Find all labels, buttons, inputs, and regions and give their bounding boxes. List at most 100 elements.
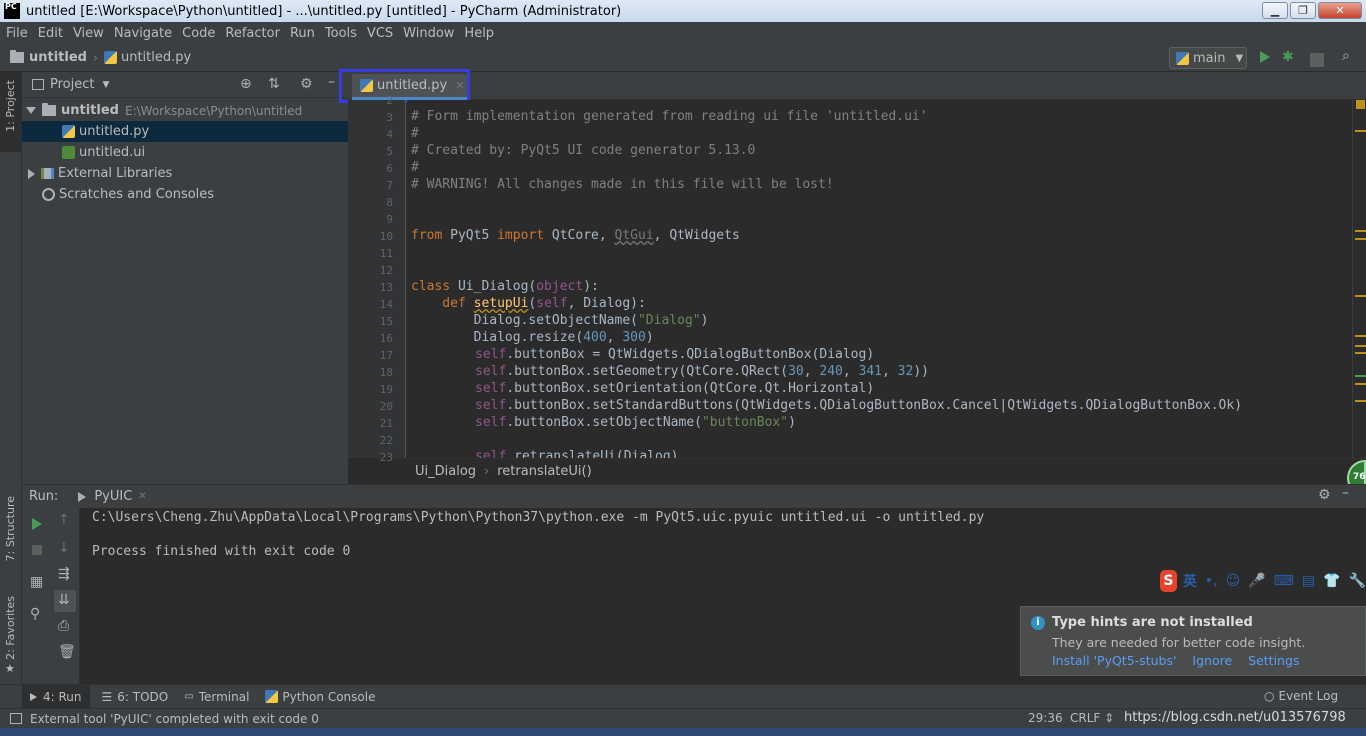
chevron-right-icon: ›: [92, 50, 98, 65]
line-number: 14: [379, 298, 393, 311]
close-tab-icon[interactable]: ✕: [138, 491, 146, 502]
locate-icon[interactable]: ⊕: [240, 76, 252, 92]
marker[interactable]: [1355, 230, 1366, 232]
warning-indicator-icon[interactable]: [1356, 100, 1365, 109]
code-line: self.buttonBox.setGeometry(QtCore.QRect(…: [475, 364, 929, 379]
folder-icon: [42, 103, 56, 116]
project-panel-title[interactable]: Project: [50, 77, 94, 92]
stop-icon[interactable]: [1310, 53, 1324, 67]
tool-tab-todo[interactable]: ☰ 6: TODO: [102, 690, 169, 704]
menu-vcs[interactable]: VCS: [361, 26, 397, 41]
run-button[interactable]: [1260, 51, 1270, 63]
run-tab-label: PyUIC: [94, 489, 133, 504]
tool-tab-python-console[interactable]: Python Console: [265, 690, 375, 704]
event-log-button[interactable]: ○ Event Log: [1264, 689, 1338, 703]
settings-link[interactable]: Settings: [1248, 653, 1299, 668]
hide-icon[interactable]: –: [1342, 485, 1349, 501]
chevron-down-icon[interactable]: ▼: [102, 80, 109, 90]
code-editor[interactable]: # Form implementation generated from rea…: [407, 100, 1352, 458]
tab-project[interactable]: 1: Project: [4, 80, 17, 132]
tab-structure[interactable]: 7: Structure: [4, 496, 17, 561]
restore-button[interactable]: ❐: [1290, 2, 1316, 19]
wrench-icon[interactable]: 🔧: [1349, 573, 1366, 589]
collapse-all-icon[interactable]: ⇅: [268, 76, 280, 92]
tool-tab-terminal[interactable]: ▭ Terminal: [184, 690, 249, 704]
marker[interactable]: [1355, 383, 1366, 385]
close-button[interactable]: ✕: [1318, 2, 1362, 19]
root-path: E:\Workspace\Python\untitled: [124, 103, 303, 118]
menu-tools[interactable]: Tools: [319, 26, 361, 41]
line-number: 5: [386, 145, 393, 158]
run-config-selector[interactable]: main ▼: [1169, 47, 1247, 69]
tool-tab-run[interactable]: 4: Run: [22, 684, 90, 709]
stop-icon[interactable]: [32, 545, 42, 555]
pin-icon[interactable]: ⚲: [30, 606, 40, 622]
marker[interactable]: [1355, 295, 1366, 297]
marker[interactable]: [1355, 400, 1366, 402]
rerun-button[interactable]: [32, 518, 42, 530]
line-number: 11: [379, 247, 393, 260]
scratches-icon: [42, 188, 55, 201]
menu-code[interactable]: Code: [176, 26, 219, 41]
notification-body: They are needed for better code insight.: [1052, 635, 1306, 650]
search-everywhere-icon[interactable]: ⌕: [1342, 48, 1350, 64]
menu-view[interactable]: View: [67, 26, 108, 41]
code-line: class Ui_Dialog(object):: [411, 279, 599, 294]
gear-icon[interactable]: ⚙: [1318, 487, 1331, 503]
marker[interactable]: [1355, 375, 1366, 377]
menu-help[interactable]: Help: [458, 26, 498, 41]
toolbox-icon[interactable]: ▤: [1302, 573, 1315, 589]
tree-file-untitled-ui[interactable]: untitled.ui: [22, 142, 348, 163]
tree-external-libraries[interactable]: External Libraries: [22, 163, 348, 184]
marker[interactable]: [1355, 345, 1366, 347]
gear-icon[interactable]: ⚙: [300, 76, 313, 92]
menu-edit[interactable]: Edit: [32, 26, 67, 41]
punctuation-icon[interactable]: •,: [1205, 573, 1218, 589]
down-arrow-icon[interactable]: ↓: [58, 540, 70, 556]
sogou-logo-icon[interactable]: S: [1160, 570, 1177, 592]
run-toolbar: ↑ ↓ ▦ ⇶ ⇊ ⚲ ⎙ 🗑: [22, 508, 80, 684]
line-separator[interactable]: CRLF ⇕: [1070, 711, 1114, 725]
print-icon[interactable]: ⎙: [58, 618, 69, 634]
skin-icon[interactable]: 👕: [1323, 573, 1340, 589]
tree-file-untitled-py[interactable]: untitled.py: [22, 121, 348, 142]
line-number: 23: [379, 451, 393, 464]
soft-wrap-icon[interactable]: ⇶: [58, 566, 70, 582]
menu-navigate[interactable]: Navigate: [108, 26, 176, 41]
menu-run[interactable]: Run: [284, 26, 319, 41]
status-toggle-icon[interactable]: [10, 713, 22, 724]
run-tab[interactable]: PyUIC ✕: [78, 489, 147, 504]
keyboard-icon[interactable]: ⌨: [1274, 573, 1294, 589]
marker[interactable]: [1355, 335, 1366, 337]
breadcrumb-class[interactable]: Ui_Dialog: [415, 464, 476, 479]
tree-scratches[interactable]: Scratches and Consoles: [22, 184, 348, 205]
breadcrumb-method[interactable]: retranslateUi(): [497, 464, 591, 479]
cursor-position[interactable]: 29:36: [1028, 711, 1063, 725]
hide-icon[interactable]: –: [328, 74, 335, 90]
mic-icon[interactable]: 🎤: [1248, 573, 1265, 589]
expanded-arrow-icon: [26, 107, 36, 114]
nav-project[interactable]: untitled: [29, 50, 87, 65]
ime-lang[interactable]: 英: [1183, 571, 1197, 591]
trash-icon[interactable]: 🗑: [58, 644, 76, 660]
up-arrow-icon[interactable]: ↑: [58, 512, 70, 528]
tab-favorites[interactable]: 2: Favorites: [4, 596, 17, 660]
menu-window[interactable]: Window: [397, 26, 458, 41]
ignore-link[interactable]: Ignore: [1192, 653, 1232, 668]
menu-file[interactable]: File: [0, 26, 32, 41]
minimize-button[interactable]: ▁: [1262, 2, 1288, 19]
install-stubs-link[interactable]: Install 'PyQt5-stubs': [1052, 653, 1176, 668]
marker[interactable]: [1355, 130, 1366, 132]
debug-button[interactable]: ✱: [1282, 49, 1294, 65]
marker[interactable]: [1355, 238, 1366, 240]
menu-refactor[interactable]: Refactor: [219, 26, 284, 41]
run-tab-icon: [78, 491, 87, 502]
nav-file[interactable]: untitled.py: [121, 50, 191, 65]
notification-actions: Install 'PyQt5-stubs' Ignore Settings: [1052, 653, 1299, 668]
chevron-right-icon: ›: [484, 464, 490, 479]
marker[interactable]: [1355, 352, 1366, 354]
tree-root[interactable]: untitled E:\Workspace\Python\untitled: [22, 100, 348, 121]
layout-icon[interactable]: ▦: [30, 574, 43, 590]
emoji-icon[interactable]: ☺: [1226, 573, 1241, 589]
code-line: self.buttonBox.setObjectName("buttonBox"…: [475, 415, 796, 430]
